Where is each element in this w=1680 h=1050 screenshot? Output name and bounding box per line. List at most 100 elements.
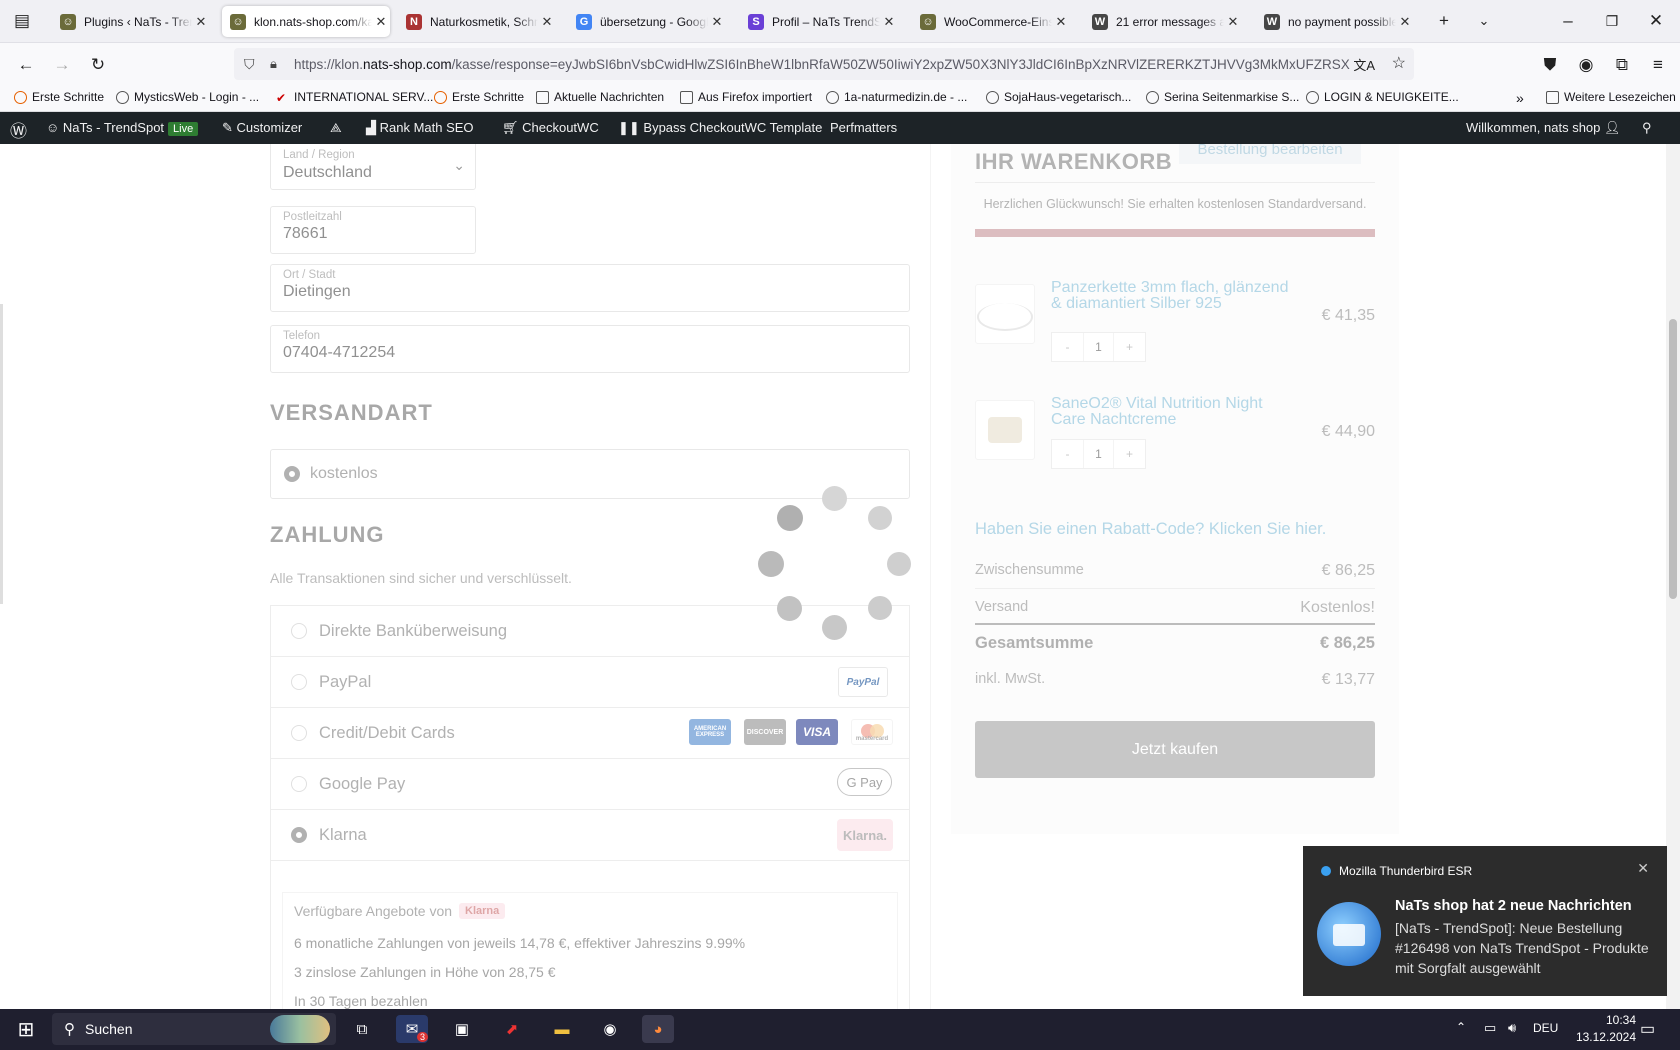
bookmark-item[interactable]: ✔ INTERNATIONAL SERV... (276, 90, 433, 105)
extensions-icon[interactable]: ⧉ (1610, 53, 1634, 77)
search-icon: ⚲ (64, 1021, 75, 1038)
wp-site-name[interactable]: ☺ NaTs - TrendSpot Live (46, 120, 199, 136)
close-tab-icon[interactable]: ✕ (372, 14, 390, 30)
globe-icon (986, 90, 999, 104)
minimize-icon[interactable]: – (1556, 9, 1580, 33)
tab-plugins[interactable]: ☺ Plugins ‹ NaTs - TrendSpot✕ (52, 6, 210, 37)
language-indicator[interactable]: DEU (1533, 1021, 1558, 1035)
wp-checkoutwc[interactable]: 🛒︎ CheckoutWC (502, 120, 599, 136)
taskbar-search[interactable]: ⚲ Suchen (52, 1013, 336, 1045)
wp-search-icon[interactable]: ⚲ (1642, 120, 1652, 136)
bookmark-item[interactable]: 1a-naturmedizin.de - ... (826, 90, 967, 104)
pocket-icon[interactable]: ⛊ (1538, 53, 1562, 77)
more-bookmarks-chevron-icon[interactable]: » (1516, 90, 1524, 106)
close-icon[interactable]: ✕ (1637, 860, 1649, 877)
google-icon: G (576, 13, 592, 30)
close-tab-icon[interactable]: ✕ (538, 14, 556, 30)
tab-title: übersetzung - Google (600, 14, 708, 29)
url-bar[interactable]: ⛉ 🔒︎ https://klon.nats-shop.com/kasse/re… (234, 48, 1414, 80)
page-scrollbar[interactable] (1666, 144, 1680, 1009)
windows-start-icon[interactable]: ⊞ (10, 1015, 42, 1043)
site-favicon: ☺ (230, 13, 246, 30)
file-explorer-icon[interactable]: ▬ (546, 1015, 578, 1043)
tab-woocommerce[interactable]: ☺ WooCommerce-Einstellungen✕ (912, 6, 1070, 37)
tab-naturkosmetik[interactable]: N Naturkosmetik, Schmuck✕ (398, 6, 556, 37)
wp-account[interactable]: Willkommen, nats shop 👤︎ (1466, 120, 1621, 136)
chart-icon: ▟ (366, 120, 380, 135)
tab-wordpress-errors[interactable]: W 21 error messages about✕ (1084, 6, 1242, 37)
tray-chevron-icon[interactable]: ⌃ (1456, 1020, 1466, 1034)
wp-rank-math[interactable]: ▟ Rank Math SEO (366, 120, 474, 136)
account-icon[interactable]: ◉ (1574, 53, 1598, 77)
reload-icon[interactable]: ↻ (86, 53, 110, 77)
tab-profil[interactable]: S Profil – NaTs TrendSpot✕ (740, 6, 898, 37)
globe-icon (116, 90, 129, 104)
wp-perfmatters[interactable]: Perfmatters (830, 120, 897, 135)
naturmedizin-icon (826, 90, 839, 104)
firefox-taskbar-icon[interactable]: ◕ (642, 1015, 674, 1043)
scrollbar-thumb[interactable] (1669, 319, 1677, 599)
acrobat-icon[interactable]: ⬈ (496, 1015, 528, 1043)
url-text: https://klon.nats-shop.com/kasse/respons… (294, 56, 1365, 72)
bookmark-item[interactable]: Erste Schritte (434, 90, 524, 104)
photos-app-icon[interactable]: ▣ (446, 1015, 478, 1043)
bookmark-folder-other[interactable]: Weitere Lesezeichen (1546, 90, 1676, 104)
tab-list-chevron-icon[interactable]: ⌄ (1472, 9, 1496, 33)
bookmark-item[interactable]: Erste Schritte (14, 90, 104, 104)
wordpress-logo-icon[interactable]: Ⓦ (10, 117, 27, 142)
app-icon[interactable]: ◉ (594, 1015, 626, 1043)
tab-title: Plugins ‹ NaTs - TrendSpot (84, 14, 192, 29)
thunderbird-small-icon (1321, 866, 1331, 876)
wp-rank-math-icon[interactable]: ⟁ (330, 120, 342, 136)
close-tab-icon[interactable]: ✕ (880, 14, 898, 30)
network-icon[interactable]: ▭ (1484, 1020, 1496, 1036)
close-window-icon[interactable]: ✕ (1644, 9, 1668, 33)
bookmark-item[interactable]: LOGIN & NEUIGKEITE... (1306, 90, 1459, 104)
mail-app-icon[interactable]: ✉ 3 (396, 1015, 428, 1043)
notification-app: Mozilla Thunderbird ESR (1321, 864, 1472, 878)
close-tab-icon[interactable]: ✕ (708, 14, 726, 30)
notification-center-icon[interactable]: ▭ (1640, 1019, 1655, 1039)
task-view-icon[interactable]: ⧉ (346, 1015, 378, 1043)
tab-title: Profil – NaTs TrendSpot (772, 14, 880, 29)
browser-tab-bar: ▤ ☺Plugins ‹ NaTs - TrendSpot✕ ☺klon.nat… (0, 0, 1680, 43)
bookmark-item[interactable]: MysticsWeb - Login - ... (116, 90, 259, 104)
tab-title: klon.nats-shop.com/kasse (254, 14, 372, 29)
close-tab-icon[interactable]: ✕ (1224, 14, 1242, 30)
tab-overview-icon[interactable]: ▤ (10, 9, 34, 33)
notification-body: [NaTs - TrendSpot]: Neue Bestellung #126… (1395, 920, 1649, 976)
tab-kasse[interactable]: ☺ klon.nats-shop.com/kasse✕ (222, 6, 390, 37)
site-favicon: ☺ (60, 13, 76, 30)
new-tab-icon[interactable]: + (1432, 9, 1456, 33)
maximize-icon[interactable]: ❐ (1600, 9, 1624, 33)
bookmark-folder[interactable]: Aktuelle Nachrichten (536, 90, 664, 104)
close-tab-icon[interactable]: ✕ (1396, 14, 1414, 30)
close-tab-icon[interactable]: ✕ (1052, 14, 1070, 30)
translate-icon[interactable]: 文A (1350, 55, 1378, 74)
site-favicon: ☺ (920, 13, 936, 30)
clock[interactable]: 10:34 13.12.2024 (1566, 1012, 1636, 1046)
back-icon[interactable]: ← (14, 53, 38, 77)
bookmarks-toolbar: Erste Schritte MysticsWeb - Login - ... … (0, 85, 1680, 112)
volume-icon[interactable]: 🔊︎ (1508, 1020, 1516, 1036)
bookmark-folder[interactable]: Aus Firefox importiert (680, 90, 812, 104)
wp-customizer[interactable]: ✎ Customizer (222, 120, 302, 136)
taskbar-search-label: Suchen (85, 1021, 133, 1037)
firefox-icon (14, 90, 27, 104)
notification-app-name: Mozilla Thunderbird ESR (1339, 864, 1473, 878)
bookmark-star-icon[interactable]: ☆ (1391, 53, 1406, 73)
stripe-icon: S (748, 13, 764, 30)
bookmark-item[interactable]: Serina Seitenmarkise S... (1146, 90, 1299, 104)
tab-google[interactable]: Gübersetzung - Google ✕ (568, 6, 726, 37)
forward-icon[interactable]: → (50, 53, 74, 77)
notification-title: NaTs shop hat 2 neue Nachrichten (1395, 898, 1632, 914)
bookmark-item[interactable]: SojaHaus-vegetarisch... (986, 90, 1131, 104)
thunderbird-notification[interactable]: Mozilla Thunderbird ESR ✕ NaTs shop hat … (1303, 846, 1667, 996)
pause-icon: ❚❚ (618, 120, 644, 135)
wp-bypass-template[interactable]: ❚❚ Bypass CheckoutWC Template (618, 120, 822, 136)
tab-no-payment[interactable]: Wno payment possible ✕ (1256, 6, 1414, 37)
user-avatar-icon: 👤︎ (1600, 120, 1621, 135)
menu-icon[interactable]: ≡ (1646, 53, 1670, 77)
close-tab-icon[interactable]: ✕ (192, 14, 210, 30)
loading-spinner-icon (756, 484, 912, 640)
